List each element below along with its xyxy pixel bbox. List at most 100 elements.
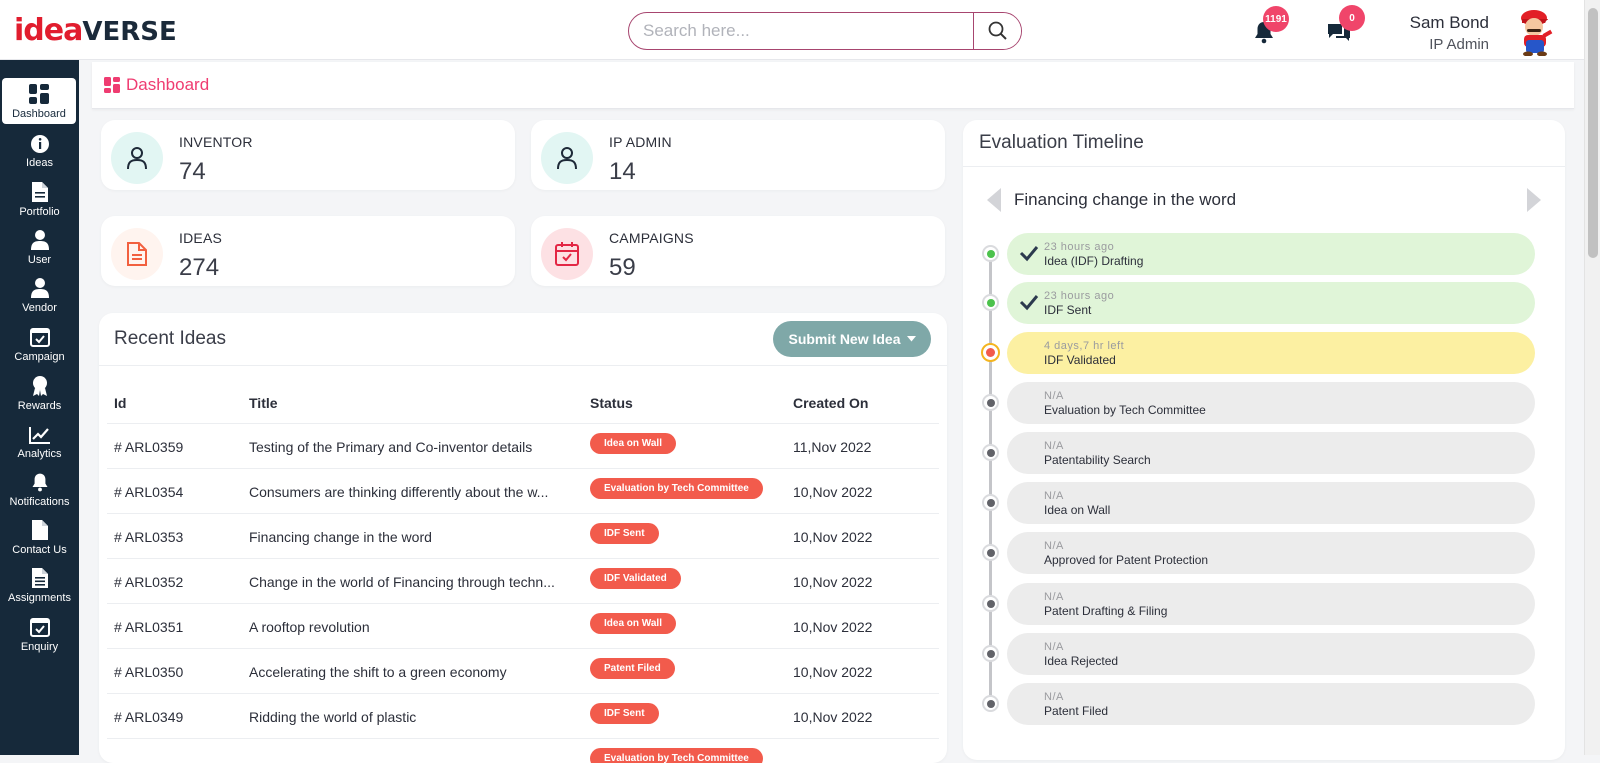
stat-card-campaigns[interactable]: CAMPAIGNS 59 — [531, 216, 945, 286]
sidebar-item-label: Rewards — [17, 400, 62, 412]
search-icon — [988, 21, 1007, 40]
sidebar-item-contact-us[interactable]: Contact Us — [0, 514, 79, 560]
user-name[interactable]: Sam Bond — [1410, 13, 1489, 33]
timeline-step[interactable]: 4 days,7 hr left IDF Validated — [1007, 332, 1535, 374]
step-time: N/A — [1044, 691, 1064, 703]
column-header-status[interactable]: Status — [590, 395, 633, 411]
next-idea-arrow[interactable] — [1527, 188, 1541, 212]
step-name: Idea Rejected — [1044, 654, 1119, 668]
sidebar-item-label: Dashboard — [12, 108, 66, 120]
timeline-step[interactable]: N/A Patent Drafting & Filing — [1007, 583, 1535, 625]
timeline-dot — [982, 544, 999, 561]
table-row[interactable]: # ARL0353 Financing change in the word I… — [107, 513, 939, 558]
timeline-step[interactable]: 23 hours ago Idea (IDF) Drafting — [1007, 233, 1535, 275]
stat-value: 274 — [179, 254, 220, 281]
idea-title[interactable]: Financing change in the word — [249, 529, 569, 545]
stat-value: 74 — [179, 158, 206, 185]
step-name: IDF Sent — [1044, 303, 1092, 317]
table-row[interactable]: # ARL0352 Change in the world of Financi… — [107, 558, 939, 603]
document-icon — [31, 520, 48, 540]
status-badge: IDF Validated — [590, 568, 681, 589]
timeline-step[interactable]: N/A Evaluation by Tech Committee — [1007, 382, 1535, 424]
sidebar-item-label: Notifications — [9, 496, 70, 508]
sidebar-item-notifications[interactable]: Notifications — [0, 466, 79, 512]
sidebar-item-campaign[interactable]: Campaign — [0, 321, 79, 367]
sidebar-item-label: Campaign — [14, 351, 65, 363]
timeline-step[interactable]: N/A Idea on Wall — [1007, 482, 1535, 524]
inventor-icon-circle — [111, 132, 163, 184]
submit-new-idea-button[interactable]: Submit New Idea — [773, 321, 931, 357]
timeline-step[interactable]: 23 hours ago IDF Sent — [1007, 282, 1535, 324]
table-row[interactable]: # ARL0350 Accelerating the shift to a gr… — [107, 648, 939, 693]
table-row[interactable]: # ARL0349 Ridding the world of plastic I… — [107, 693, 939, 738]
search-bar — [628, 12, 1022, 50]
timeline-step[interactable]: N/A Approved for Patent Protection — [1007, 532, 1535, 574]
dashboard-icon — [29, 84, 49, 104]
user-icon — [30, 278, 49, 298]
sidebar-item-label: Analytics — [17, 448, 62, 460]
caret-down-icon — [906, 336, 916, 342]
sidebar: Dashboard Ideas Portfolio User Vendor Ca… — [0, 60, 79, 755]
sidebar-item-enquiry[interactable]: Enquiry — [0, 611, 79, 657]
search-input[interactable] — [629, 13, 973, 49]
table-row[interactable]: # ARL0359 Testing of the Primary and Co-… — [107, 423, 939, 468]
check-icon — [1019, 295, 1039, 311]
sidebar-item-ideas[interactable]: Ideas — [0, 127, 79, 173]
document-icon — [31, 182, 48, 202]
calendar-check-icon — [555, 242, 579, 266]
award-icon — [32, 376, 47, 396]
table-row[interactable]: # ARL0351 A rooftop revolution Idea on W… — [107, 603, 939, 648]
step-time: N/A — [1044, 440, 1064, 452]
idea-id: # ARL0351 — [114, 619, 184, 635]
step-name: Idea (IDF) Drafting — [1044, 254, 1144, 268]
sidebar-item-vendor[interactable]: Vendor — [0, 272, 79, 318]
recent-ideas-panel: Recent Ideas Submit New Idea Id Title St… — [99, 313, 947, 763]
stat-card-ip-admin[interactable]: IP ADMIN 14 — [531, 120, 945, 190]
sidebar-item-user[interactable]: User — [0, 224, 79, 270]
sidebar-item-label: Enquiry — [20, 641, 59, 653]
stat-card-ideas[interactable]: IDEAS 274 — [101, 216, 515, 286]
previous-idea-arrow[interactable] — [987, 188, 1001, 212]
document-lines-icon — [31, 568, 48, 588]
timeline-step[interactable]: N/A Patentability Search — [1007, 432, 1535, 474]
step-time: N/A — [1044, 591, 1064, 603]
timeline-step[interactable]: N/A Patent Filed — [1007, 683, 1535, 725]
idea-title[interactable]: A rooftop revolution — [249, 619, 569, 635]
column-header-id[interactable]: Id — [114, 395, 126, 411]
sidebar-item-rewards[interactable]: Rewards — [0, 370, 79, 416]
sidebar-item-portfolio[interactable]: Portfolio — [0, 176, 79, 222]
page-title[interactable]: Dashboard — [126, 75, 209, 95]
idea-title[interactable]: Accelerating the shift to a green econom… — [249, 664, 569, 680]
page-scrollbar[interactable] — [1584, 0, 1600, 755]
panel-divider — [99, 365, 947, 366]
status-badge: Evaluation by Tech Committee — [590, 478, 763, 499]
sidebar-item-assignments[interactable]: Assignments — [0, 562, 79, 608]
idea-title[interactable]: Consumers are thinking differently about… — [249, 484, 569, 500]
step-time: N/A — [1044, 490, 1064, 502]
sidebar-item-dashboard[interactable]: Dashboard — [2, 78, 76, 124]
step-name: Idea on Wall — [1044, 503, 1111, 517]
calendar-check-icon — [29, 618, 50, 637]
timeline-step[interactable]: N/A Idea Rejected — [1007, 633, 1535, 675]
column-header-title[interactable]: Title — [249, 395, 278, 411]
logo-idea-text: idea — [14, 13, 83, 48]
idea-title[interactable]: Change in the world of Financing through… — [249, 574, 569, 590]
step-time: N/A — [1044, 641, 1064, 653]
created-date: 10,Nov 2022 — [793, 484, 873, 500]
sidebar-item-analytics[interactable]: Analytics — [0, 418, 79, 464]
search-button[interactable] — [973, 13, 1021, 49]
avatar[interactable] — [1512, 6, 1560, 57]
status-badge: Patent Filed — [590, 658, 675, 679]
scrollbar-thumb[interactable] — [1588, 8, 1598, 258]
created-date: 10,Nov 2022 — [793, 709, 873, 725]
stat-card-inventor[interactable]: INVENTOR 74 — [101, 120, 515, 190]
idea-id: # ARL0352 — [114, 574, 184, 590]
idea-title[interactable]: Ridding the world of plastic — [249, 709, 569, 725]
idea-title[interactable]: Testing of the Primary and Co-inventor d… — [249, 439, 569, 455]
table-row[interactable]: # ARL0354 Consumers are thinking differe… — [107, 468, 939, 513]
stat-label: INVENTOR — [179, 134, 253, 150]
ideaverse-logo[interactable]: ideaVERSE — [14, 14, 177, 49]
column-header-created-on[interactable]: Created On — [793, 395, 868, 411]
table-row[interactable]: Evaluation by Tech Committee — [107, 738, 939, 763]
timeline-dot — [982, 294, 999, 311]
